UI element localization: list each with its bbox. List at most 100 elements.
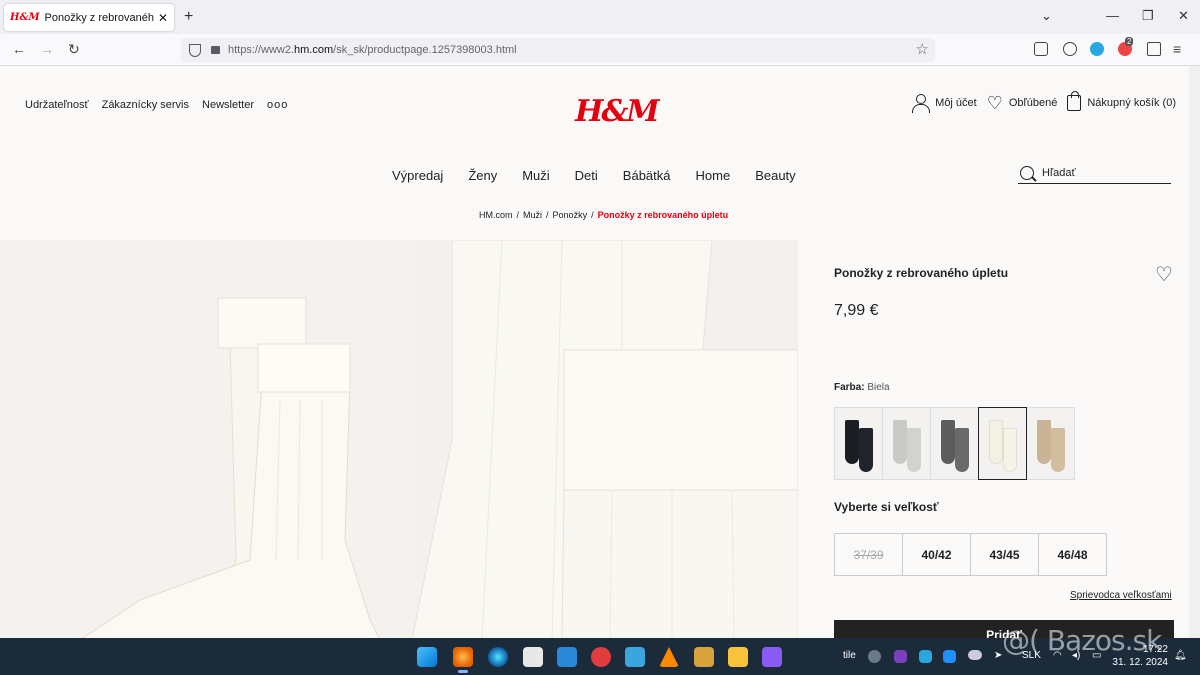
firefox-icon[interactable] (453, 647, 473, 673)
vlc-icon[interactable] (659, 647, 679, 667)
size-option-43-45[interactable]: 43/45 (970, 533, 1039, 576)
close-tab-icon[interactable]: ✕ (158, 11, 168, 25)
my-account-label: Môj účet (935, 97, 977, 109)
color-swatch-white[interactable] (978, 407, 1027, 480)
menu-hamburger-icon[interactable]: ≡ (1173, 41, 1181, 57)
browser-tabbar: H&M Ponožky z rebrovaného úpletu ✕ + ⌄ —… (0, 0, 1200, 34)
nav-item-women[interactable]: Ženy (468, 168, 497, 183)
lock-icon[interactable] (211, 46, 220, 54)
app-tool-icon[interactable] (625, 647, 645, 667)
swatch-sock (859, 428, 873, 472)
nav-item-baby[interactable]: Bábätká (623, 168, 671, 183)
tab-list-chevron-icon[interactable]: ⌄ (1041, 8, 1052, 24)
favorites-label: Obľúbené (1008, 97, 1058, 109)
color-swatch-light-grey[interactable] (882, 407, 931, 480)
back-icon[interactable]: ← (12, 41, 26, 57)
browser-navbar: ← → ↻ https://www2.hm.com/sk_sk/productp… (0, 34, 1200, 66)
size-guide-link[interactable]: Sprievodca veľkosťami (1070, 590, 1172, 601)
size-option-37-39[interactable]: 37/39 (834, 533, 903, 576)
weather-label[interactable]: tile (843, 650, 856, 661)
top-links: Udržateľnosť Zákaznícky servis Newslette… (25, 99, 288, 111)
more-dots-icon[interactable]: ooo (267, 99, 288, 111)
product-image-detail[interactable] (412, 240, 798, 638)
breadcrumb-men[interactable]: Muži (523, 210, 542, 220)
restore-icon[interactable]: ❐ (1142, 8, 1154, 24)
page-scrollbar[interactable] (1189, 66, 1200, 638)
breadcrumb-home[interactable]: HM.com (479, 210, 513, 220)
swatch-sock (941, 420, 955, 464)
tray-app-icon[interactable] (919, 650, 932, 663)
link-customer-service[interactable]: Zákaznícky servis (102, 99, 189, 111)
url-text: https://www2.hm.com/sk_sk/productpage.12… (228, 44, 517, 56)
hm-product-page: Udržateľnosť Zákaznícky servis Newslette… (0, 66, 1200, 638)
breadcrumb-socks[interactable]: Ponožky (553, 210, 588, 220)
my-account-link[interactable]: Môj účet (911, 94, 977, 113)
socks-illustration (82, 297, 380, 638)
swatch-sock (845, 420, 859, 464)
search-input[interactable]: Hľadať (1018, 162, 1171, 184)
bazos-watermark: @( Bazos.sk (1002, 624, 1162, 657)
reload-icon[interactable]: ↻ (68, 41, 80, 58)
app-yellow-icon[interactable] (694, 647, 714, 667)
breadcrumb: HM.com / Muži / Ponožky / Ponožky z rebrova… (479, 210, 728, 220)
nav-item-men[interactable]: Muži (522, 168, 549, 183)
bookmark-star-icon[interactable]: ☆ (916, 40, 929, 58)
store-icon[interactable] (523, 647, 543, 667)
color-swatch-dark-grey[interactable] (930, 407, 979, 480)
cart-label: Nákupný košík (0) (1087, 97, 1176, 109)
extension-blue-icon[interactable] (1090, 42, 1104, 56)
hm-logo[interactable]: H&M (575, 94, 660, 129)
edge-icon[interactable] (488, 647, 508, 667)
breadcrumb-separator: / (591, 210, 594, 220)
link-sustainability[interactable]: Udržateľnosť (25, 99, 89, 111)
account-links: Môj účet ♡ Obľúbené Nákupný košík (0) (911, 91, 1176, 113)
new-tab-icon[interactable]: + (184, 8, 193, 26)
extensions-puzzle-icon[interactable] (1147, 42, 1161, 56)
search-placeholder: Hľadať (1042, 166, 1076, 179)
color-swatch-black[interactable] (834, 407, 883, 480)
account-circle-icon[interactable] (1063, 42, 1077, 56)
link-newsletter[interactable]: Newsletter (202, 99, 254, 111)
color-swatch-beige[interactable] (1026, 407, 1075, 480)
swatch-sock (893, 420, 907, 464)
heart-icon: ♡ (986, 93, 1003, 113)
nav-item-sale[interactable]: Výpredaj (392, 168, 443, 183)
main-navigation: Výpredaj Ženy Muži Deti Bábätká Home Bea… (392, 168, 796, 183)
app-blue-icon[interactable] (557, 647, 577, 667)
favorites-link[interactable]: ♡ Obľúbené (987, 94, 1058, 112)
tray-defender-icon[interactable] (943, 650, 956, 663)
nav-item-beauty[interactable]: Beauty (755, 168, 795, 183)
add-to-favorites-heart-icon[interactable]: ♡ (1155, 262, 1173, 287)
product-image-main[interactable] (0, 240, 412, 638)
shopping-bag-icon (1067, 91, 1082, 111)
color-label-value: Biela (867, 382, 890, 393)
swatch-sock (1037, 420, 1051, 464)
pocket-icon[interactable] (1034, 42, 1048, 56)
tray-skype-icon[interactable] (868, 650, 881, 663)
browser-tab[interactable]: H&M Ponožky z rebrovaného úpletu ✕ (4, 4, 174, 31)
tab-title: Ponožky z rebrovaného úpletu (44, 11, 154, 24)
extension-badge: 2 (1125, 37, 1134, 46)
size-option-40-42[interactable]: 40/42 (902, 533, 971, 576)
address-bar[interactable]: https://www2.hm.com/sk_sk/productpage.12… (181, 38, 935, 62)
color-label-key: Farba: (834, 382, 865, 393)
product-price: 7,99 € (834, 302, 879, 319)
file-explorer-icon[interactable] (728, 647, 748, 667)
window-close-icon[interactable]: ✕ (1178, 8, 1189, 24)
windows-start-icon[interactable] (417, 647, 437, 667)
minimize-icon[interactable]: — (1106, 8, 1119, 23)
notification-bell-icon[interactable]: 🔔︎ (1174, 650, 1187, 661)
app-purple-icon[interactable] (762, 647, 782, 667)
onedrive-icon[interactable] (968, 650, 982, 660)
tray-onenote-icon[interactable] (894, 650, 907, 663)
forward-icon[interactable]: → (40, 41, 54, 57)
cart-link[interactable]: Nákupný košík (0) (1067, 91, 1176, 111)
size-option-46-48[interactable]: 46/48 (1038, 533, 1107, 576)
swatch-sock (1003, 428, 1017, 472)
app-red-icon[interactable] (591, 647, 611, 667)
tracking-shield-icon[interactable] (189, 43, 201, 57)
nav-item-home[interactable]: Home (696, 168, 731, 183)
color-label: Farba: Biela (834, 382, 890, 393)
search-icon[interactable] (1020, 165, 1034, 180)
nav-item-kids[interactable]: Deti (575, 168, 598, 183)
